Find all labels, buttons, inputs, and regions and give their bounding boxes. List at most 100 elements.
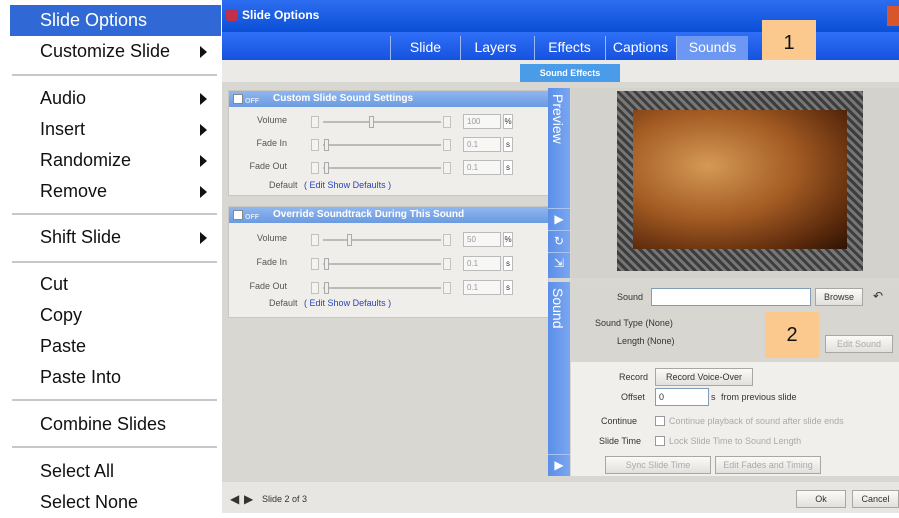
unit-label: s xyxy=(503,256,513,271)
fade-in-slider[interactable] xyxy=(323,144,441,146)
lock-slide-time-text: Lock Slide Time to Sound Length xyxy=(669,436,802,446)
menu-item-paste-into[interactable]: Paste Into xyxy=(10,362,221,393)
menu-item-customize-slide[interactable]: Customize Slide xyxy=(10,36,221,67)
volume-row: Volume 50 % xyxy=(229,231,549,249)
fade-in-label: Fade In xyxy=(256,138,287,148)
menu-item-select-all[interactable]: Select All xyxy=(10,456,221,487)
fit-icon[interactable]: ⇲ xyxy=(548,252,570,272)
fade-in-slider[interactable] xyxy=(323,263,441,265)
close-icon[interactable] xyxy=(887,6,899,26)
loop-icon[interactable]: ↻ xyxy=(548,230,570,250)
edit-fades-label: Edit Fades and Timing xyxy=(723,460,813,470)
slider-left-arrow[interactable] xyxy=(311,282,319,294)
slider-knob[interactable] xyxy=(324,282,329,294)
volume-field[interactable]: 100 xyxy=(463,114,501,129)
tab-slide[interactable]: Slide xyxy=(390,36,460,60)
menu-item-copy[interactable]: Copy xyxy=(10,300,221,331)
menu-item-label: Combine Slides xyxy=(40,414,167,434)
fade-out-label: Fade Out xyxy=(249,281,287,291)
slider-left-arrow[interactable] xyxy=(311,234,319,246)
fade-out-row: Fade Out 0.1 s xyxy=(229,279,549,297)
fade-in-label: Fade In xyxy=(256,257,287,267)
sound-panel: Sound Browse ↶ Sound Type (None) Length … xyxy=(571,282,899,476)
continue-text: Continue playback of sound after slide e… xyxy=(669,416,844,426)
next-slide-icon[interactable]: ▶ xyxy=(244,492,253,506)
subtab-sound-effects[interactable]: Sound Effects xyxy=(520,64,620,82)
slider-right-arrow[interactable] xyxy=(443,234,451,246)
menu-item-paste[interactable]: Paste xyxy=(10,331,221,362)
menu-item-combine-slides[interactable]: Combine Slides xyxy=(10,409,221,440)
undo-icon[interactable]: ↶ xyxy=(873,289,883,303)
tab-effects[interactable]: Effects xyxy=(534,36,604,60)
sound-type-row: Sound Type (None) xyxy=(595,318,673,328)
sound-file-input[interactable] xyxy=(651,288,811,306)
cancel-button[interactable]: Cancel xyxy=(852,490,899,508)
continue-label: Continue xyxy=(601,416,638,426)
default-row: Default ( Edit Show Defaults ) xyxy=(269,298,391,308)
fade-out-slider[interactable] xyxy=(323,167,441,169)
sync-slide-time-button[interactable]: Sync Slide Time xyxy=(605,456,711,474)
panel-title: Override Soundtrack During This Sound xyxy=(273,209,465,220)
menu-item-shift-slide[interactable]: Shift Slide xyxy=(10,222,221,253)
menu-item-label: Audio xyxy=(40,88,87,108)
panel-toggle-checkbox[interactable] xyxy=(233,210,243,220)
fade-in-field[interactable]: 0.1 xyxy=(463,256,501,271)
off-label: OFF xyxy=(245,214,259,221)
menu-item-select-none[interactable]: Select None xyxy=(10,487,221,518)
lock-slide-time-checkbox[interactable] xyxy=(655,436,665,446)
browse-button[interactable]: Browse xyxy=(815,288,863,306)
edit-show-defaults-link[interactable]: ( Edit Show Defaults ) xyxy=(304,180,391,190)
slider-knob[interactable] xyxy=(347,234,352,246)
volume-field[interactable]: 50 xyxy=(463,232,501,247)
fade-out-field[interactable]: 0.1 xyxy=(463,160,501,175)
slider-knob[interactable] xyxy=(324,258,329,270)
sound-sidebar: Sound ▶ xyxy=(548,282,570,476)
edit-show-defaults-link[interactable]: ( Edit Show Defaults ) xyxy=(304,298,391,308)
slider-right-arrow[interactable] xyxy=(443,139,451,151)
menu-item-label: Paste xyxy=(40,336,87,356)
slider-right-arrow[interactable] xyxy=(443,116,451,128)
fade-out-slider[interactable] xyxy=(323,287,441,289)
slider-left-arrow[interactable] xyxy=(311,258,319,270)
slider-knob[interactable] xyxy=(324,139,329,151)
slider-right-arrow[interactable] xyxy=(443,282,451,294)
length-row: Length (None) xyxy=(617,336,675,346)
slider-left-arrow[interactable] xyxy=(311,162,319,174)
volume-slider[interactable] xyxy=(323,239,441,241)
slide-options-dialog: Slide Options Slide Layers Effects Capti… xyxy=(222,0,899,513)
fade-in-field[interactable]: 0.1 xyxy=(463,137,501,152)
fade-out-field[interactable]: 0.1 xyxy=(463,280,501,295)
edit-sound-button[interactable]: Edit Sound xyxy=(825,335,893,353)
slider-knob[interactable] xyxy=(324,162,329,174)
tab-layers[interactable]: Layers xyxy=(460,36,530,60)
edit-fades-button[interactable]: Edit Fades and Timing xyxy=(715,456,821,474)
slider-left-arrow[interactable] xyxy=(311,116,319,128)
slider-right-arrow[interactable] xyxy=(443,258,451,270)
menu-item-randomize[interactable]: Randomize xyxy=(10,145,221,176)
offset-field[interactable]: 0 xyxy=(655,388,709,406)
prev-slide-icon[interactable]: ◀ xyxy=(230,492,239,506)
record-voice-over-button[interactable]: Record Voice-Over xyxy=(655,368,753,386)
fade-in-row: Fade In 0.1 s xyxy=(229,255,549,273)
subtab-label: Sound Effects xyxy=(539,68,601,78)
unit-label: s xyxy=(503,160,513,175)
slider-left-arrow[interactable] xyxy=(311,139,319,151)
volume-slider[interactable] xyxy=(323,121,441,123)
tab-label: Captions xyxy=(612,39,669,55)
tab-captions[interactable]: Captions xyxy=(605,36,675,60)
menu-item-remove[interactable]: Remove xyxy=(10,176,221,207)
panel-toggle-checkbox[interactable] xyxy=(233,94,243,104)
menu-item-slide-options[interactable]: Slide Options xyxy=(10,5,221,36)
menu-item-cut[interactable]: Cut xyxy=(10,269,221,300)
slider-right-arrow[interactable] xyxy=(443,162,451,174)
menu-item-audio[interactable]: Audio xyxy=(10,83,221,114)
menu-item-label: Shift Slide xyxy=(40,227,122,247)
off-label: OFF xyxy=(245,98,259,105)
slider-knob[interactable] xyxy=(369,116,374,128)
menu-item-insert[interactable]: Insert xyxy=(10,114,221,145)
ok-button[interactable]: Ok xyxy=(796,490,846,508)
continue-checkbox[interactable] xyxy=(655,416,665,426)
play-sound-icon[interactable]: ▶ xyxy=(548,454,570,474)
play-icon[interactable]: ▶ xyxy=(548,208,570,228)
tab-sounds[interactable]: Sounds xyxy=(676,36,748,60)
